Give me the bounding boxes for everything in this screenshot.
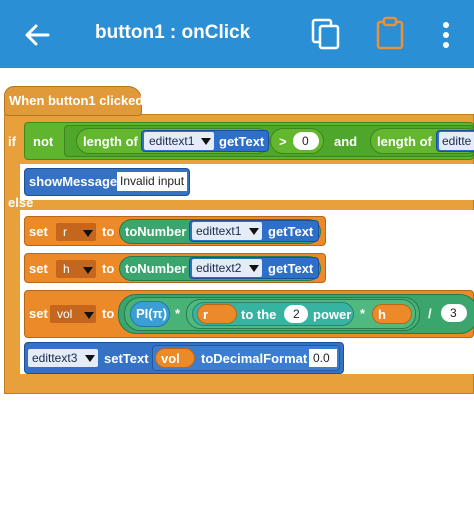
- not-label: not: [33, 134, 54, 149]
- chevron-down-icon: [249, 228, 259, 235]
- exponent-value: 2: [293, 307, 300, 321]
- h-variable-label: h: [378, 307, 386, 322]
- set-r-edittext-label: edittext1: [196, 224, 242, 238]
- vol-variable-label: vol: [161, 351, 180, 366]
- var-vol-label: vol: [57, 307, 73, 321]
- app-bar: button1 : onClick: [0, 0, 474, 68]
- blocks-workspace[interactable]: if else When button1 clicked not length …: [0, 68, 474, 506]
- set-h-edittext-label: edittext2: [196, 261, 242, 275]
- chevron-down-icon: [84, 312, 94, 319]
- settext-label: setText: [104, 351, 149, 366]
- var-h-label: h: [63, 262, 70, 276]
- length-of-label-2: length of: [377, 134, 432, 149]
- var-r-label: r: [63, 225, 67, 239]
- r-variable-label: r: [203, 307, 209, 322]
- multiply-label-2: *: [360, 306, 366, 321]
- set-vol-label: set: [29, 306, 48, 321]
- back-arrow-icon[interactable]: [22, 20, 52, 50]
- to-decimal-format-label: toDecimalFormat: [201, 351, 308, 366]
- pi-label: PI(π): [136, 306, 167, 321]
- chevron-down-icon: [83, 230, 93, 237]
- edittext3-label: edittext3: [32, 351, 78, 365]
- message-text: Invalid input: [120, 174, 185, 188]
- set-h-gettext-label: getText: [268, 261, 314, 276]
- divisor-value: 3: [450, 306, 457, 320]
- format-value: 0.0: [313, 351, 330, 365]
- paste-icon[interactable]: [375, 16, 405, 50]
- to-label-2: to: [102, 261, 115, 276]
- chevron-down-icon: [83, 267, 93, 274]
- multiply-label-1: *: [175, 306, 181, 321]
- edittext-dropdown-label-2: editte: [442, 134, 472, 148]
- else-label: else: [8, 195, 34, 210]
- divide-label: /: [428, 306, 432, 321]
- set-r-gettext-label: getText: [268, 224, 314, 239]
- event-label: When button1 clicked: [9, 93, 144, 108]
- to-number-label-1: toNumber: [125, 224, 187, 239]
- and-label: and: [334, 134, 358, 149]
- chevron-down-icon: [249, 265, 259, 272]
- length-of-label: length of: [83, 134, 138, 149]
- edittext1-dropdown-label: edittext1: [149, 134, 195, 148]
- chevron-down-icon: [201, 138, 211, 145]
- to-number-label-2: toNumber: [125, 261, 187, 276]
- greater-than-label: >: [279, 134, 287, 149]
- to-label-3: to: [102, 306, 115, 321]
- chevron-down-icon: [85, 355, 95, 362]
- zero-value: 0: [302, 134, 309, 148]
- set-h-label: set: [29, 261, 48, 276]
- copy-icon[interactable]: [311, 18, 341, 50]
- gettext-label: getText: [219, 134, 265, 149]
- set-r-label: set: [29, 224, 48, 239]
- page-title: button1 : onClick: [95, 22, 251, 43]
- to-label-1: to: [102, 224, 115, 239]
- more-vert-icon[interactable]: [436, 21, 456, 49]
- power-label: power: [313, 307, 352, 322]
- show-message-label: showMessage: [29, 174, 118, 189]
- to-the-label: to the: [241, 307, 277, 322]
- if-label: if: [8, 134, 16, 149]
